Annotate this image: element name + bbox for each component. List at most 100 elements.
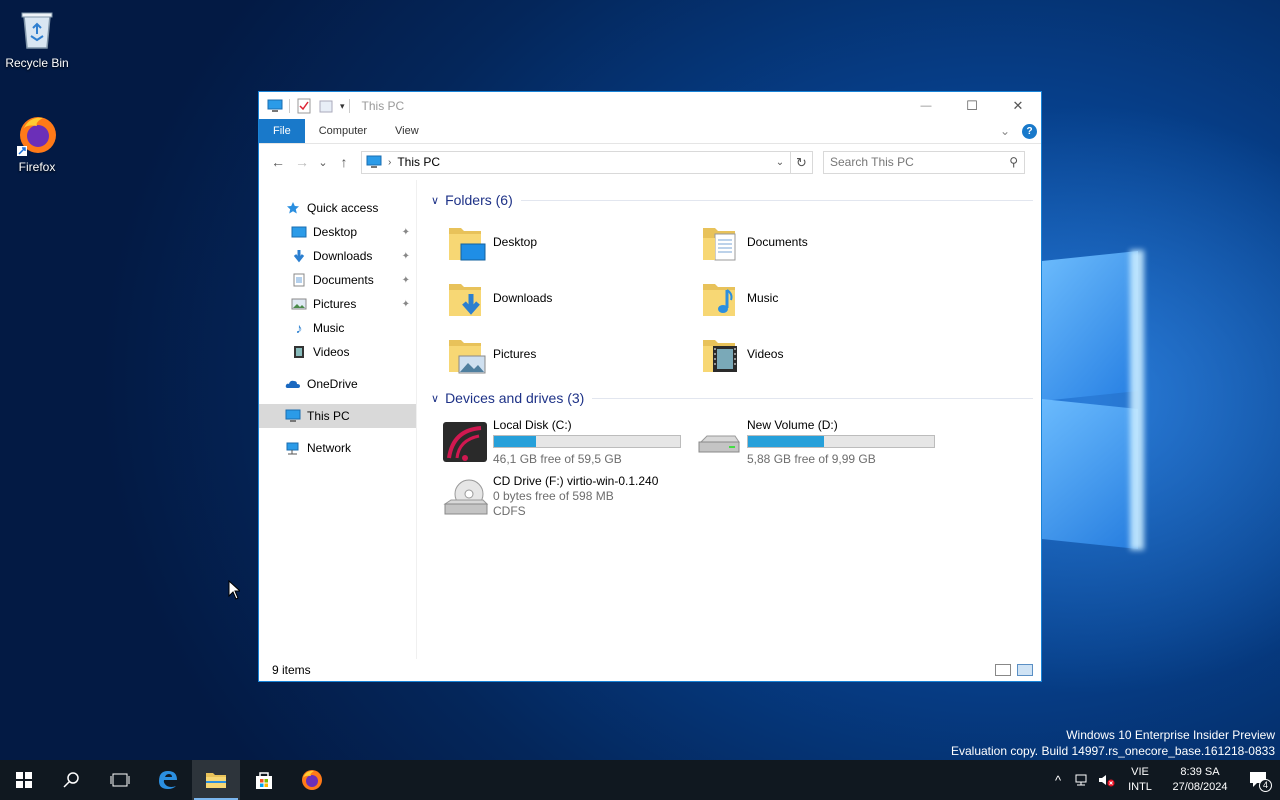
folder-documents[interactable]: Documents — [701, 214, 955, 270]
file-explorer-button[interactable] — [192, 760, 240, 800]
show-hidden-icons-button[interactable]: ^ — [1046, 760, 1070, 800]
clock-date: 27/08/2024 — [1172, 781, 1228, 793]
nav-label: Quick access — [307, 201, 379, 215]
details-view-button[interactable] — [995, 664, 1011, 676]
drive-f[interactable]: CD Drive (F:) virtio-win-0.1.240 0 bytes… — [441, 470, 695, 526]
drive-c[interactable]: Local Disk (C:) 46,1 GB free of 59,5 GB — [441, 414, 695, 470]
navigation-bar: ← → ⌄ ↑ › This PC ⌄ ↻ Search This PC ⚲ — [259, 144, 1041, 180]
nav-pictures[interactable]: Pictures ✦ — [259, 292, 416, 316]
pin-icon: ✦ — [401, 226, 410, 238]
nav-downloads[interactable]: Downloads ✦ — [259, 244, 416, 268]
drive-usage-fill — [748, 436, 825, 447]
search-input[interactable]: Search This PC ⚲ — [823, 150, 1025, 174]
lang-code: VIE — [1131, 766, 1149, 778]
drive-free-space: 0 bytes free of 598 MB — [493, 489, 614, 503]
nav-network[interactable]: Network — [259, 436, 416, 460]
navigation-pane: Quick access Desktop ✦ Downloads ✦ Docum… — [259, 180, 417, 659]
folder-videos[interactable]: Videos — [701, 326, 955, 382]
breadcrumb-this-pc[interactable]: This PC — [397, 155, 440, 169]
downloads-folder-icon — [447, 276, 487, 320]
maximize-button[interactable]: ☐ — [949, 92, 995, 120]
edge-button[interactable] — [144, 760, 192, 800]
separator — [289, 99, 290, 113]
minimize-button[interactable]: — — [903, 92, 949, 120]
pin-icon: ✦ — [401, 250, 410, 262]
search-icon — [63, 772, 79, 788]
nav-onedrive[interactable]: OneDrive — [259, 372, 416, 396]
new-folder-icon[interactable] — [318, 98, 334, 114]
tab-file[interactable]: File — [259, 119, 305, 143]
group-label: Folders (6) — [445, 192, 513, 208]
nav-label: This PC — [307, 409, 350, 423]
refresh-button[interactable]: ↻ — [790, 151, 812, 173]
collapse-chevron-icon[interactable]: ∨ — [431, 392, 439, 405]
volume-muted-icon[interactable] — [1094, 760, 1118, 800]
properties-icon[interactable] — [296, 98, 312, 114]
nav-label: Downloads — [313, 249, 373, 263]
task-view-button[interactable] — [96, 760, 144, 800]
drive-free-space: 5,88 GB free of 9,99 GB — [747, 452, 876, 466]
nav-label: Music — [313, 321, 345, 335]
breadcrumb-separator[interactable]: › — [388, 157, 391, 168]
tab-computer[interactable]: Computer — [305, 119, 381, 143]
nav-documents[interactable]: Documents ✦ — [259, 268, 416, 292]
folder-label: Music — [747, 291, 779, 305]
desktop-icon-recycle-bin[interactable]: Recycle Bin — [0, 8, 74, 70]
star-icon — [285, 200, 301, 216]
folders-group-header[interactable]: ∨ Folders (6) — [431, 190, 1033, 210]
expand-ribbon-icon[interactable]: ⌄ — [1000, 124, 1010, 138]
folder-desktop[interactable]: Desktop — [447, 214, 701, 270]
customize-quick-access-icon[interactable]: ▾ — [340, 101, 345, 112]
network-icon[interactable] — [1070, 760, 1094, 800]
address-bar[interactable]: › This PC ⌄ ↻ — [361, 150, 813, 174]
nav-desktop[interactable]: Desktop ✦ — [259, 220, 416, 244]
file-explorer-icon — [206, 773, 226, 788]
group-label: Devices and drives (3) — [445, 390, 585, 406]
drive-filesystem: CDFS — [493, 504, 526, 518]
edge-icon — [159, 771, 177, 789]
network-icon — [285, 440, 301, 456]
folder-music[interactable]: Music — [701, 270, 955, 326]
pictures-icon — [291, 296, 307, 312]
back-button[interactable]: ← — [267, 151, 289, 173]
drive-d[interactable]: New Volume (D:) 5,88 GB free of 9,99 GB — [695, 414, 949, 470]
drives-group-header[interactable]: ∨ Devices and drives (3) — [431, 388, 1033, 408]
close-button[interactable]: ✕ — [995, 92, 1041, 120]
downloads-icon — [291, 248, 307, 264]
local-disk-icon — [441, 418, 489, 466]
nav-quick-access[interactable]: Quick access — [259, 196, 416, 220]
help-icon[interactable]: ? — [1022, 123, 1037, 139]
wallpaper-logo-top — [1042, 250, 1138, 402]
drive-label: CD Drive (F:) virtio-win-0.1.240 — [493, 474, 659, 488]
recent-locations-button[interactable]: ⌄ — [315, 151, 331, 173]
nav-this-pc[interactable]: This PC — [259, 404, 416, 428]
drive-usage-fill — [494, 436, 536, 447]
forward-button[interactable]: → — [291, 151, 313, 173]
desktop-icon-label: Firefox — [18, 160, 56, 174]
desktop-icon-firefox[interactable]: Firefox — [0, 112, 74, 174]
file-explorer-window: ▾ This PC — ☐ ✕ File Computer View ⌄ ? ←… — [258, 91, 1042, 682]
up-button[interactable]: ↑ — [333, 151, 355, 173]
large-icons-view-button[interactable] — [1017, 664, 1033, 676]
clock[interactable]: 8:39 SA 27/08/2024 — [1162, 765, 1238, 795]
nav-videos[interactable]: Videos — [259, 340, 416, 364]
firefox-taskbar-button[interactable] — [288, 760, 336, 800]
start-button[interactable] — [0, 760, 48, 800]
wallpaper-logo-bottom — [1042, 398, 1138, 550]
tab-view[interactable]: View — [381, 119, 433, 143]
volume-disk-icon — [695, 418, 743, 466]
collapse-chevron-icon[interactable]: ∨ — [431, 194, 439, 207]
nav-music[interactable]: ♪ Music — [259, 316, 416, 340]
folder-downloads[interactable]: Downloads — [447, 270, 701, 326]
documents-icon — [291, 272, 307, 288]
search-button[interactable] — [48, 760, 96, 800]
input-language[interactable]: VIE INTL — [1118, 765, 1162, 795]
nav-label: Videos — [313, 345, 350, 359]
address-dropdown-icon[interactable]: ⌄ — [770, 157, 790, 168]
action-center-button[interactable]: 4 — [1238, 760, 1280, 800]
this-pc-icon — [366, 155, 382, 169]
documents-folder-icon — [701, 220, 741, 264]
folder-label: Documents — [747, 235, 808, 249]
store-button[interactable] — [240, 760, 288, 800]
folder-pictures[interactable]: Pictures — [447, 326, 701, 382]
